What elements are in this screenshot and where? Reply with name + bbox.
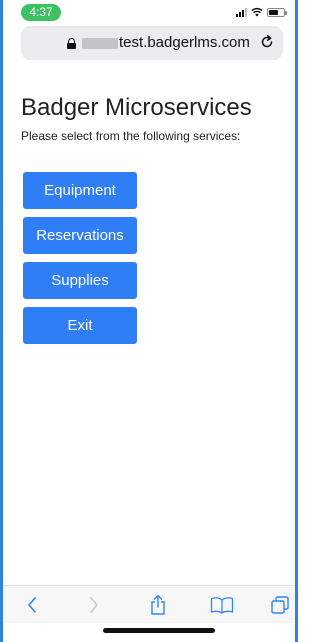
signal-icon bbox=[236, 7, 247, 17]
services-menu: Equipment Reservations Supplies Exit bbox=[23, 172, 137, 352]
redacted-subdomain bbox=[82, 38, 118, 49]
back-icon[interactable] bbox=[21, 594, 43, 616]
exit-button[interactable]: Exit bbox=[23, 307, 137, 344]
status-time: 4:37 bbox=[21, 4, 61, 21]
forward-icon[interactable] bbox=[83, 594, 105, 616]
address-bar[interactable]: test.badgerlms.com bbox=[21, 26, 283, 60]
url-text[interactable]: test.badgerlms.com bbox=[119, 34, 250, 52]
status-icons bbox=[236, 7, 287, 17]
phone-screen: 4:37 test.badgerlms.com Badger Microserv… bbox=[0, 0, 298, 642]
wifi-icon bbox=[251, 7, 263, 17]
status-bar: 4:37 bbox=[3, 0, 295, 22]
browser-toolbar bbox=[3, 585, 295, 623]
reservations-button[interactable]: Reservations bbox=[23, 217, 137, 254]
equipment-button[interactable]: Equipment bbox=[23, 172, 137, 209]
reload-icon[interactable] bbox=[260, 35, 274, 49]
page-subtitle: Please select from the following service… bbox=[21, 129, 241, 143]
battery-icon bbox=[267, 7, 287, 17]
tabs-icon[interactable] bbox=[269, 594, 291, 616]
share-icon[interactable] bbox=[147, 594, 169, 616]
lock-icon bbox=[67, 38, 76, 49]
home-indicator bbox=[103, 628, 215, 633]
bookmarks-icon[interactable] bbox=[209, 594, 235, 616]
page-title: Badger Microservices bbox=[21, 94, 252, 121]
supplies-button[interactable]: Supplies bbox=[23, 262, 137, 299]
